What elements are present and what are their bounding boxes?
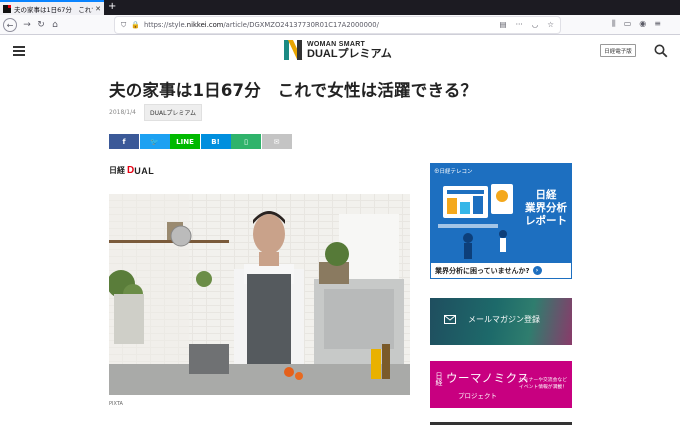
article-date: 2018/1/4 [109,109,136,116]
analytics-illustration-icon [438,184,513,259]
tab-title: 夫の家事は1日67分 これで女性は [14,5,93,14]
account-icon[interactable]: ◉ [639,19,646,29]
nikkei-telecon-banner[interactable]: ⊕日経テレコン 日経 業界分析 レポート 業界分析に困っていませんか? › [430,163,572,279]
ad3-nikkei: 日経 [435,372,443,386]
reader-view-icon[interactable]: ▤ [499,20,506,29]
share-buttons: f 🐦 LINE B! ▯ ✉ [109,134,292,149]
ad1-header: ⊕日経テレコン [434,169,473,175]
newsletter-signup-banner[interactable]: メールマガジン登録 [430,298,572,345]
arrow-right-icon: › [532,266,542,275]
pocket-icon[interactable]: ◡ [532,20,539,29]
menu-icon[interactable]: ≡ [654,19,661,29]
url-text[interactable]: https://style.nikkei.com/article/DGXMZO2… [144,21,379,29]
home-icon[interactable]: ⌂ [48,18,62,32]
ad3-subtitle: プロジェクト [458,392,497,400]
more-actions-icon[interactable]: ··· [516,20,523,29]
site-favicon-icon [3,4,11,13]
article-meta: 2018/1/4 DUALプレミアム [109,104,202,121]
mail-icon [444,315,456,324]
share-line-button[interactable]: LINE [170,134,200,149]
nikkei-dual-logo: 日経 D UAL [109,165,155,176]
tab-close-icon[interactable]: ✕ [95,5,101,13]
share-twitter-button[interactable]: 🐦 [139,134,170,149]
logo-n-icon [284,40,303,60]
newsletter-label: メールマガジン登録 [468,315,540,324]
lock-icon[interactable]: 🔒 [131,21,140,29]
browser-tab[interactable]: 夫の家事は1日67分 これで女性は ✕ [0,0,104,15]
article-photo [109,194,410,395]
article-tag[interactable]: DUALプレミアム [143,104,202,121]
ad1-title: 日経 業界分析 レポート [525,189,567,228]
logo-line2: DUALプレミアム [307,47,392,60]
address-bar[interactable]: ⛉ 🔒 https://style.nikkei.com/article/DGX… [115,17,560,33]
site-header: WOMAN SMART DUALプレミアム 日経電子版 [0,36,680,68]
site-logo[interactable]: WOMAN SMART DUALプレミアム [284,40,392,60]
sidebar-icon[interactable]: ▭ [624,19,632,29]
forward-arrow-icon[interactable]: → [20,18,34,32]
ad1-cta[interactable]: 業界分析に困っていませんか? › [431,263,571,278]
share-pocket-button[interactable]: ▯ [231,134,261,149]
share-hatena-button[interactable]: B! [200,134,231,149]
tracking-shield-icon[interactable]: ⛉ [121,21,126,30]
ad3-title: ウーマノミクス [446,371,530,385]
library-icon[interactable]: ⫼ [612,19,616,29]
reload-icon[interactable]: ↻ [34,18,48,32]
logo-line1: WOMAN SMART [307,40,366,48]
bookmark-star-icon[interactable]: ☆ [547,20,554,29]
hamburger-menu-icon[interactable] [13,46,25,56]
search-icon[interactable] [654,43,668,58]
browser-toolbar: ← → ↻ ⌂ ⛉ 🔒 https://style.nikkei.com/art… [0,15,680,35]
womanomics-banner[interactable]: 日経 ウーマノミクス プロジェクト セミナーや交流会など イベント情報が満載！ [430,361,572,408]
photo-credit: PIXTA [109,401,123,407]
back-arrow-icon[interactable]: ← [3,18,17,32]
browser-tab-bar: 夫の家事は1日67分 これで女性は ✕ + [0,0,680,15]
digital-edition-button[interactable]: 日経電子版 [600,44,636,57]
share-mail-button[interactable]: ✉ [261,134,292,149]
share-facebook-button[interactable]: f [109,134,139,149]
new-tab-icon[interactable]: + [108,1,116,12]
ad3-note: セミナーや交流会など イベント情報が満載！ [519,378,567,391]
article-title: 夫の家事は1日67分 これで女性は活躍できる？ [109,81,478,100]
